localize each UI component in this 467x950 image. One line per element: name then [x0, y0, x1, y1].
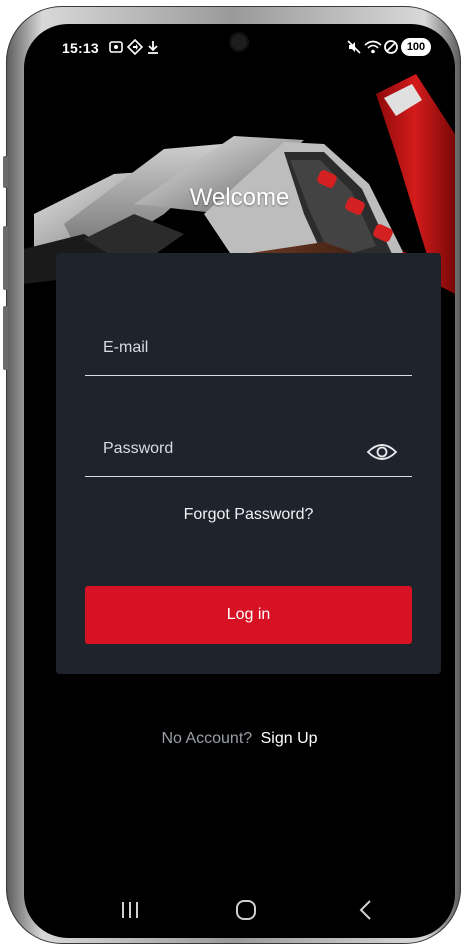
- welcome-title: Welcome: [189, 184, 290, 211]
- no-account-text: No Account?: [161, 730, 253, 747]
- navigation-bar: [24, 884, 455, 938]
- navigation-icon: [127, 39, 143, 55]
- forgot-password-link[interactable]: Forgot Password?: [56, 506, 441, 524]
- email-field: [85, 315, 412, 376]
- power-button: [3, 306, 8, 370]
- download-icon: [148, 41, 158, 54]
- login-button[interactable]: Log in: [85, 586, 412, 644]
- battery-indicator: 100: [401, 38, 431, 56]
- wifi-icon: [364, 40, 382, 54]
- eye-icon[interactable]: [366, 441, 398, 463]
- password-input[interactable]: [101, 436, 365, 462]
- email-input[interactable]: [101, 335, 365, 361]
- status-time: 15:13: [62, 40, 99, 56]
- volume-button: [3, 156, 8, 188]
- signup-row: No Account? Sign Up: [24, 730, 455, 748]
- home-icon[interactable]: [226, 896, 266, 924]
- do-not-disturb-icon: [384, 40, 398, 54]
- screen: 15:13 100 Welcome E-mail Forgot Password…: [24, 24, 455, 938]
- login-card: Forgot Password? Log in: [56, 253, 441, 674]
- front-camera: [229, 32, 249, 52]
- recents-icon[interactable]: [110, 896, 150, 924]
- back-icon[interactable]: [346, 896, 386, 924]
- password-field: [85, 416, 412, 477]
- screenshot-icon: [109, 41, 123, 53]
- volume-button: [3, 226, 8, 290]
- mute-icon: [347, 40, 361, 54]
- sign-up-link[interactable]: Sign Up: [261, 730, 318, 747]
- phone-frame: 15:13 100 Welcome E-mail Forgot Password…: [3, 6, 461, 944]
